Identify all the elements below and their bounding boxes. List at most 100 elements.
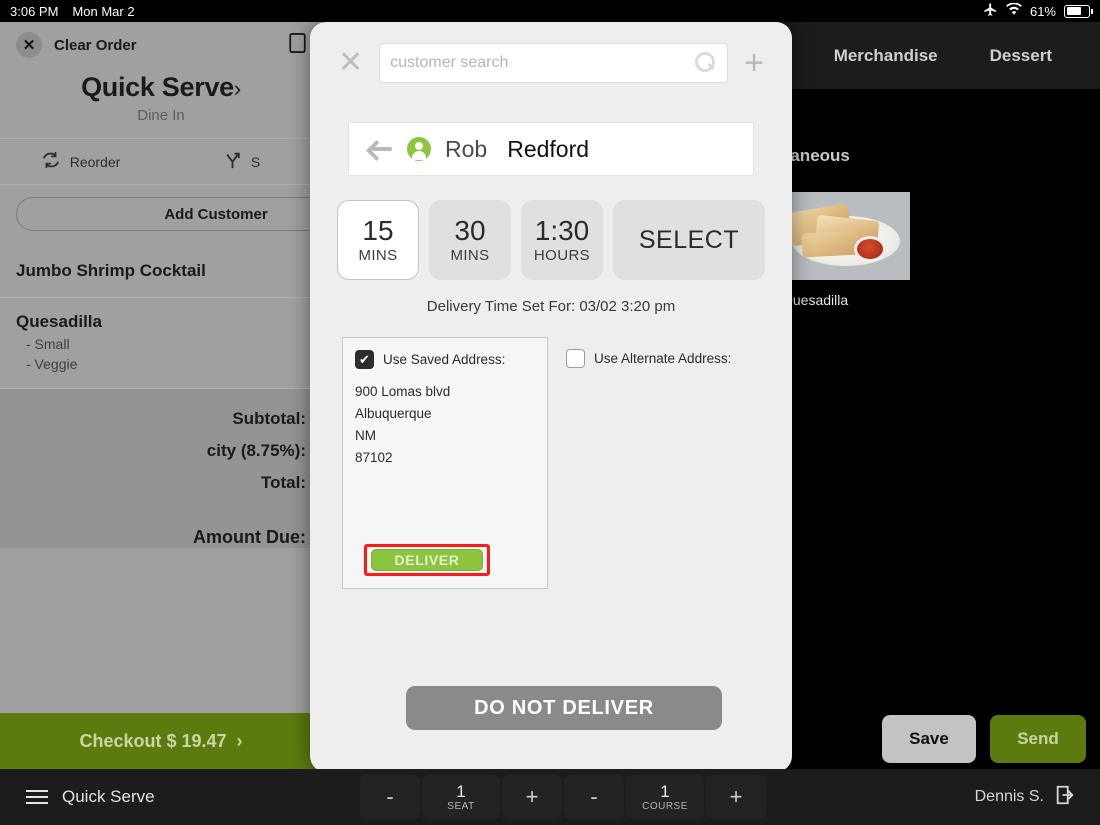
- delivery-modal: ✕ + Rob Redford 15 MINS 30 MINS 1:30: [310, 22, 792, 772]
- add-customer-button[interactable]: Add Customer: [16, 197, 322, 231]
- status-date: Mon Mar 2: [72, 3, 135, 19]
- time-option-value: 15: [362, 214, 394, 246]
- use-saved-address-row[interactable]: Use Saved Address:: [355, 350, 535, 369]
- saved-address-label: Use Saved Address:: [383, 352, 506, 367]
- order-panel: ✕ Clear Order Quick Serve› Dine In Reord…: [0, 22, 322, 769]
- wifi-icon: [1006, 2, 1022, 19]
- saved-address-lines: 900 Lomas blvd Albuquerque NM 87102: [355, 381, 535, 468]
- time-option-value: 1:30: [534, 214, 590, 246]
- time-option-value: 30: [454, 214, 486, 246]
- course-minus-button[interactable]: -: [564, 775, 624, 819]
- reorder-label: Reorder: [69, 153, 121, 170]
- time-option-1-30-hours[interactable]: 1:30 HOURS: [521, 200, 603, 280]
- bottom-bar: Quick Serve - 1 SEAT + - 1 COURSE + Denn…: [0, 769, 1100, 825]
- status-bar: 3:06 PM Mon Mar 2 61%: [0, 0, 1100, 22]
- seat-minus-button[interactable]: -: [360, 775, 420, 819]
- order-item-modifier: - Veggie: [26, 356, 78, 372]
- avatar: [407, 137, 431, 161]
- select-time-button[interactable]: SELECT: [613, 200, 765, 280]
- seat-value[interactable]: 1 SEAT: [422, 775, 500, 819]
- do-not-deliver-button[interactable]: DO NOT DELIVER: [406, 686, 722, 730]
- checkout-button[interactable]: Checkout $ 19.47 ›: [0, 713, 322, 769]
- modal-header: ✕ +: [310, 22, 792, 104]
- alternate-address-label: Use Alternate Address:: [594, 351, 732, 366]
- close-icon[interactable]: ✕: [338, 48, 363, 78]
- seat-plus-button[interactable]: +: [502, 775, 562, 819]
- time-option-30-mins[interactable]: 30 MINS: [429, 200, 511, 280]
- quesadilla-image: [782, 192, 910, 280]
- split-button[interactable]: S: [161, 151, 322, 172]
- menu-item-quesadilla[interactable]: Quesadilla: [782, 192, 910, 308]
- order-item-name: Jumbo Shrimp Cocktail: [16, 261, 206, 280]
- hamburger-icon: [26, 790, 48, 804]
- action-buttons: Save Send: [882, 715, 1086, 763]
- use-alternate-address-row[interactable]: Use Alternate Address:: [566, 349, 731, 368]
- address-area: Use Saved Address: 900 Lomas blvd Albuqu…: [342, 337, 760, 589]
- course-number: 1: [660, 781, 670, 801]
- order-item-modifier: - Small: [26, 336, 70, 352]
- alternate-address-checkbox[interactable]: [566, 349, 585, 368]
- note-icon[interactable]: [289, 33, 306, 57]
- split-label: S: [250, 153, 261, 170]
- chevron-right-icon: ›: [233, 76, 241, 101]
- course-value[interactable]: 1 COURSE: [626, 775, 704, 819]
- address-line: Albuquerque: [355, 405, 432, 421]
- user-area[interactable]: Dennis S.: [975, 784, 1100, 811]
- order-subtitle: Dine In: [137, 107, 185, 124]
- reorder-button[interactable]: Reorder: [0, 151, 161, 172]
- course-plus-button[interactable]: +: [706, 775, 766, 819]
- address-line: 900 Lomas blvd: [355, 384, 451, 399]
- battery-percent: 61%: [1029, 3, 1056, 19]
- deliver-button[interactable]: DELIVER: [371, 549, 483, 571]
- saved-address-checkbox[interactable]: [355, 350, 374, 369]
- customer-last-name: Redford: [507, 135, 590, 162]
- bottom-menu-label: Quick Serve: [62, 787, 155, 806]
- reorder-icon: [41, 151, 61, 172]
- search-input[interactable]: [390, 54, 696, 72]
- main-menu-button[interactable]: Quick Serve: [0, 787, 155, 807]
- total-label: Total:: [260, 473, 306, 492]
- deliver-highlight-box: DELIVER: [364, 544, 490, 576]
- add-customer-wrap: Add Customer: [0, 185, 322, 231]
- address-line: NM: [355, 427, 376, 443]
- order-item[interactable]: Quesadilla - Small - Veggie: [0, 298, 322, 389]
- selected-customer-row[interactable]: Rob Redford: [348, 122, 754, 176]
- chevron-right-icon: ›: [236, 730, 243, 751]
- order-items-list: Jumbo Shrimp Cocktail Quesadilla - Small…: [0, 247, 322, 389]
- time-option-unit: MINS: [358, 247, 398, 265]
- seat-number: 1: [456, 781, 466, 801]
- subtotal-label: Subtotal:: [232, 409, 306, 428]
- order-item[interactable]: Jumbo Shrimp Cocktail: [0, 247, 322, 298]
- airplane-icon: [983, 2, 998, 20]
- back-arrow-icon[interactable]: [367, 139, 393, 159]
- tax-label: city (8.75%):: [206, 441, 306, 460]
- tab-dessert[interactable]: Dessert: [990, 46, 1052, 66]
- delivery-time-options: 15 MINS 30 MINS 1:30 HOURS SELECT: [310, 200, 792, 280]
- send-button[interactable]: Send: [990, 715, 1086, 763]
- customer-search-box[interactable]: [379, 43, 729, 83]
- seat-label: SEAT: [447, 800, 475, 812]
- split-icon: [223, 151, 242, 172]
- tab-merchandise[interactable]: Merchandise: [834, 46, 938, 66]
- clear-order-label: Clear Order: [54, 36, 137, 54]
- order-actions-row: Reorder S: [0, 138, 322, 185]
- saved-address-box: Use Saved Address: 900 Lomas blvd Albuqu…: [342, 337, 548, 589]
- logout-icon[interactable]: [1054, 784, 1076, 811]
- user-name-label: Dennis S.: [974, 788, 1044, 805]
- menu-item-label: Quesadilla: [782, 292, 849, 308]
- time-option-unit: MINS: [450, 247, 490, 265]
- menu-item-grid: Quesadilla: [782, 192, 910, 308]
- checkout-label: Checkout $ 19.47: [79, 730, 227, 751]
- course-label: COURSE: [642, 800, 688, 812]
- customer-first-name: Rob: [445, 135, 488, 162]
- time-option-15-mins[interactable]: 15 MINS: [337, 200, 419, 280]
- amount-due-label: Amount Due:: [193, 527, 306, 547]
- add-customer-icon[interactable]: +: [744, 46, 764, 80]
- order-totals: Subtotal: city (8.75%): Total:: [0, 389, 322, 517]
- time-option-unit: HOURS: [533, 247, 591, 265]
- save-button[interactable]: Save: [882, 715, 976, 763]
- clear-order-button[interactable]: ✕ Clear Order: [0, 22, 322, 68]
- seat-course-steppers: - 1 SEAT + - 1 COURSE +: [360, 775, 766, 819]
- search-icon[interactable]: [695, 52, 717, 74]
- battery-icon: [1064, 4, 1093, 18]
